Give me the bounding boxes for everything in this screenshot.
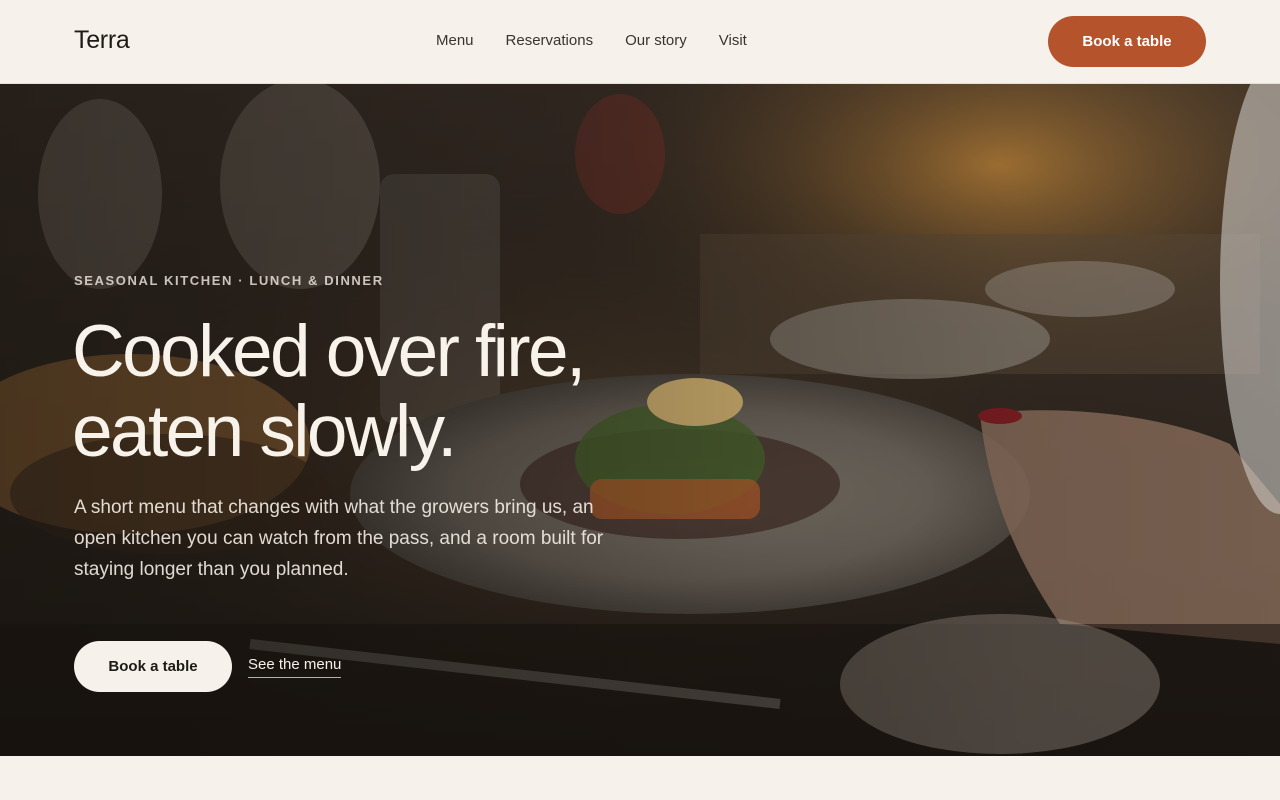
- hero-eyebrow: SEASONAL KITCHEN · LUNCH & DINNER: [74, 273, 384, 288]
- nav-item-menu[interactable]: Menu: [436, 32, 474, 49]
- hero-book-table-button[interactable]: Book a table: [74, 641, 232, 692]
- site-header: Terra Menu Reservations Our story Visit …: [0, 0, 1280, 84]
- main-nav: Menu Reservations Our story Visit: [436, 32, 747, 49]
- nav-item-reservations[interactable]: Reservations: [506, 32, 594, 49]
- page-content-below: [0, 756, 1280, 800]
- hero-headline: Cooked over fire, eaten slowly.: [72, 312, 692, 472]
- hero-headline-line2: eaten slowly.: [72, 391, 457, 472]
- hero-section: SEASONAL KITCHEN · LUNCH & DINNER Cooked…: [0, 84, 1280, 756]
- nav-item-our-story[interactable]: Our story: [625, 32, 687, 49]
- header-book-table-button[interactable]: Book a table: [1048, 16, 1206, 67]
- hero-description: A short menu that changes with what the …: [74, 497, 604, 580]
- hero-headline-line1: Cooked over fire,: [72, 311, 586, 392]
- nav-item-visit[interactable]: Visit: [719, 32, 747, 49]
- brand-logo[interactable]: Terra: [74, 26, 130, 55]
- see-menu-link[interactable]: See the menu: [248, 656, 342, 678]
